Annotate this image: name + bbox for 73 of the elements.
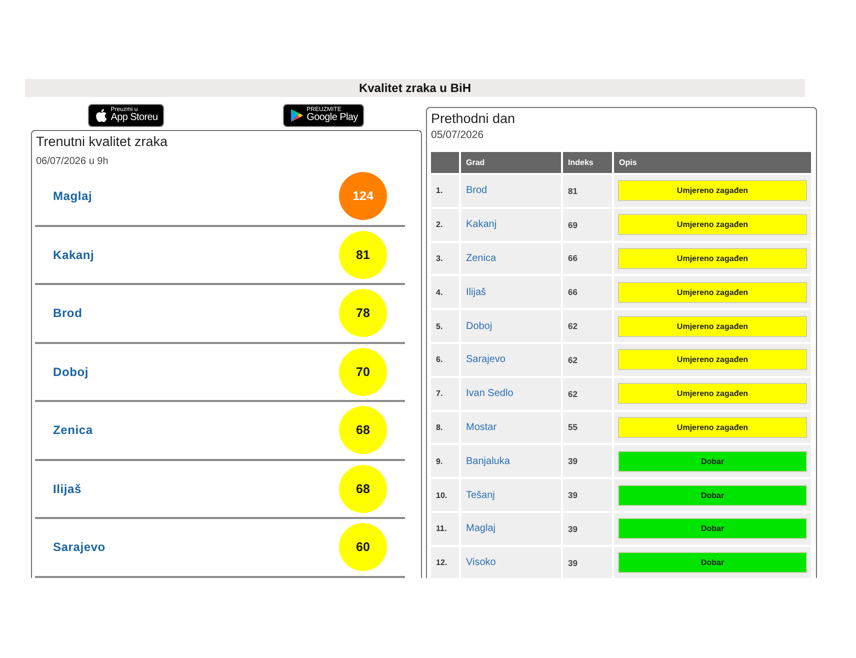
- city-link[interactable]: Sarajevo: [466, 354, 506, 366]
- apple-icon: [96, 108, 107, 122]
- rank-cell: 3.: [431, 242, 459, 274]
- measurement-date: 06/07/2026 u 9h: [35, 155, 110, 169]
- description-tag: Umjereno zagađen: [618, 248, 807, 269]
- city-link[interactable]: Doboj: [53, 364, 88, 379]
- panel-title: Prethodni dan: [430, 110, 516, 128]
- index-cell: 39: [563, 479, 612, 511]
- index-cell: 62: [563, 378, 612, 410]
- index-badge: 81: [339, 230, 387, 279]
- column-header: Indeks: [563, 152, 612, 173]
- description-tag: Umjereno zagađen: [618, 416, 807, 438]
- description-tag: Dobar: [618, 518, 807, 540]
- description-tag: Dobar: [618, 484, 807, 506]
- rank-cell: 10.: [431, 479, 459, 511]
- index-cell: 66: [563, 276, 612, 308]
- city-link[interactable]: Maglaj: [466, 523, 496, 534]
- city-link[interactable]: Banjaluka: [466, 456, 510, 467]
- index-cell: 39: [563, 445, 612, 478]
- city-link[interactable]: Sarajevo: [53, 540, 106, 554]
- index-cell: 62: [563, 310, 612, 342]
- index-cell: 62: [563, 344, 612, 376]
- play-triangle-icon: [290, 109, 303, 122]
- rank-cell: 8.: [431, 412, 459, 444]
- index-badge: 60: [339, 523, 387, 572]
- city-link[interactable]: Ilijaš: [466, 286, 486, 298]
- rank-cell: 6.: [431, 344, 459, 376]
- index-badge: 68: [339, 464, 387, 513]
- description-tag: Dobar: [618, 552, 807, 574]
- city-link[interactable]: Kakanj: [53, 248, 94, 262]
- description-tag: Umjereno zagađen: [618, 316, 807, 337]
- column-header: Opis: [614, 152, 811, 173]
- column-header: Grad: [461, 152, 561, 173]
- index-cell: 69: [563, 208, 612, 241]
- rank-cell: 1.: [431, 175, 459, 207]
- city-link[interactable]: Ilijaš: [53, 482, 82, 496]
- index-cell: 39: [563, 546, 612, 578]
- description-tag: Umjereno zagađen: [618, 214, 807, 236]
- panel-title: Trenutni kvalitet zraka: [35, 133, 169, 151]
- index-badge: 124: [339, 172, 387, 220]
- index-cell: 66: [563, 242, 612, 274]
- page-title-bar: Kvalitet zraka u BiH: [25, 79, 805, 97]
- index-badge: 78: [339, 289, 387, 338]
- city-link[interactable]: Ivan Sedlo: [466, 388, 514, 400]
- description-tag: Umjereno zagađen: [618, 349, 807, 370]
- description-tag: Umjereno zagađen: [618, 383, 807, 404]
- index-badge: 68: [339, 406, 387, 454]
- rank-cell: 4.: [431, 276, 459, 308]
- city-link[interactable]: Zenica: [466, 252, 496, 264]
- city-link[interactable]: Tešanj: [466, 490, 495, 501]
- index-cell: 39: [563, 512, 612, 545]
- rank-cell: 9.: [431, 445, 459, 478]
- city-link[interactable]: Doboj: [466, 320, 492, 332]
- description-tag: Dobar: [618, 450, 807, 472]
- index-badge: 70: [339, 348, 387, 396]
- city-link[interactable]: Maglaj: [53, 189, 92, 204]
- rank-cell: 5.: [431, 310, 459, 342]
- column-header: [431, 152, 459, 173]
- rank-cell: 2.: [431, 208, 459, 241]
- index-cell: 55: [563, 412, 612, 444]
- report-date: 05/07/2026: [430, 128, 485, 142]
- rank-cell: 7.: [431, 378, 459, 410]
- city-link[interactable]: Visoko: [466, 557, 496, 568]
- description-tag: Umjereno zagađen: [618, 180, 807, 202]
- rank-cell: 11.: [431, 512, 459, 545]
- city-link[interactable]: Mostar: [466, 422, 497, 433]
- description-tag: Umjereno zagađen: [618, 282, 807, 303]
- city-link[interactable]: Kakanj: [466, 219, 497, 230]
- city-link[interactable]: Brod: [53, 306, 82, 320]
- city-link[interactable]: Brod: [466, 185, 488, 196]
- rank-cell: 12.: [431, 546, 459, 578]
- city-link[interactable]: Zenica: [53, 423, 93, 438]
- index-cell: 81: [563, 175, 612, 207]
